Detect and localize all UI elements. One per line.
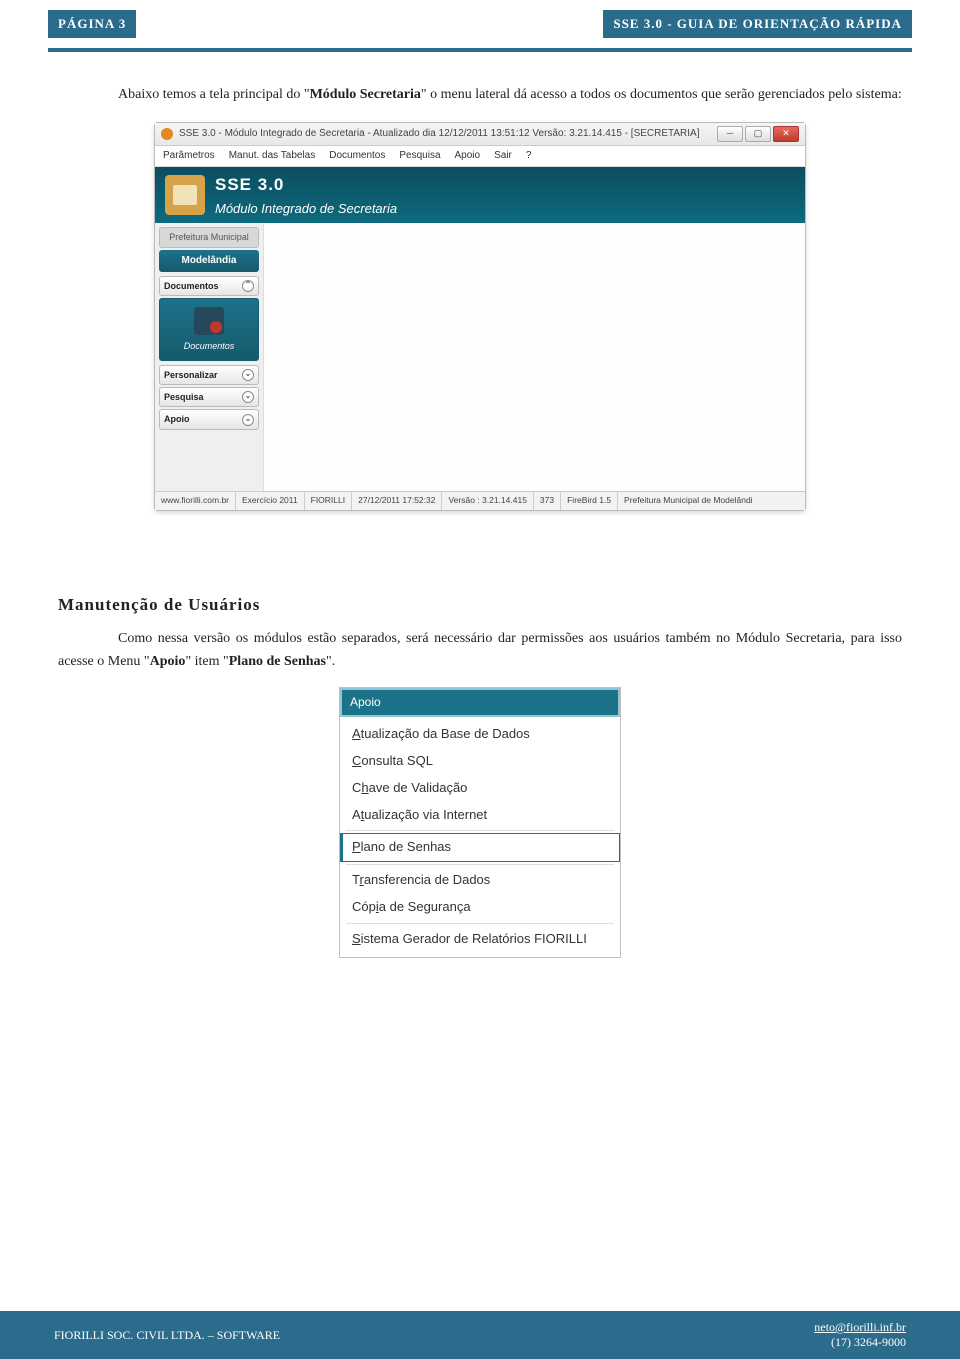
expand-icon[interactable]: ⌄	[242, 369, 254, 381]
window-titlebar: SSE 3.0 - Módulo Integrado de Secretaria…	[155, 123, 805, 146]
close-button[interactable]: ✕	[773, 126, 799, 142]
sidebar-section-personalizar[interactable]: Personalizar ⌄	[159, 365, 259, 385]
sidebar-section-documentos[interactable]: Documentos ⌃	[159, 276, 259, 296]
app-banner: SSE 3.0 Módulo Integrado de Secretaria	[155, 167, 805, 223]
menu-documentos[interactable]: Documentos	[329, 148, 385, 164]
menu-manut-tabelas[interactable]: Manut. das Tabelas	[229, 148, 316, 164]
status-code: 373	[534, 492, 561, 510]
sidebar-section-apoio[interactable]: Apoio ⌄	[159, 409, 259, 429]
status-exercicio: Exercício 2011	[236, 492, 305, 510]
doc-title-badge: SSE 3.0 - GUIA DE ORIENTAÇÃO RÁPIDA	[603, 10, 912, 38]
sidebar-municipality[interactable]: Modelândia	[159, 250, 259, 272]
status-entity: Prefeitura Municipal de Modelândi	[618, 492, 805, 510]
menu-parametros[interactable]: Parâmetros	[163, 148, 215, 164]
footer-phone: (17) 3264-9000	[814, 1335, 906, 1350]
main-content-area	[264, 223, 805, 491]
intro-paragraph: Abaixo temos a tela principal do "Módulo…	[58, 84, 902, 106]
expand-icon[interactable]: ⌄	[242, 414, 254, 426]
app-icon	[161, 128, 173, 140]
documents-icon[interactable]	[194, 307, 224, 335]
menu-separator	[346, 864, 614, 865]
page-number-badge: PÁGINA 3	[48, 10, 136, 38]
maximize-button[interactable]: ▢	[745, 126, 771, 142]
collapse-icon[interactable]: ⌃	[242, 280, 254, 292]
sidebar-docs-panel: Documentos	[159, 298, 259, 360]
menu-pesquisa[interactable]: Pesquisa	[399, 148, 440, 164]
section-paragraph: Como nessa versão os módulos estão separ…	[58, 628, 902, 673]
sidebar: Prefeitura Municipal Modelândia Document…	[155, 223, 264, 491]
dropdown-header[interactable]: Apoio	[340, 688, 620, 717]
menu-separator	[346, 923, 614, 924]
menu-item-plano-senhas[interactable]: Plano de Senhas	[340, 833, 620, 862]
menu-item-atualizacao-internet[interactable]: Atualização via Internet	[340, 802, 620, 829]
status-db: FireBird 1.5	[561, 492, 618, 510]
menu-item-transferencia-dados[interactable]: Transferencia de Dados	[340, 867, 620, 894]
menu-item-consulta-sql[interactable]: Consulta SQL	[340, 748, 620, 775]
page-footer: FIORILLI SOC. CIVIL LTDA. – SOFTWARE net…	[0, 1311, 960, 1359]
apoio-dropdown: Apoio Atualização da Base de Dados Consu…	[339, 687, 621, 958]
status-company: FIORILLI	[305, 492, 352, 510]
status-version: Versão : 3.21.14.415	[442, 492, 533, 510]
footer-email[interactable]: neto@fiorilli.inf.br	[814, 1320, 906, 1335]
banner-icon	[165, 175, 205, 215]
sidebar-docs-label[interactable]: Documentos	[160, 339, 258, 353]
menu-sair[interactable]: Sair	[494, 148, 512, 164]
status-bar: www.fiorilli.com.br Exercício 2011 FIORI…	[155, 491, 805, 510]
expand-icon[interactable]: ⌄	[242, 391, 254, 403]
minimize-button[interactable]: ─	[717, 126, 743, 142]
sidebar-header: Prefeitura Municipal	[159, 227, 259, 247]
menu-separator	[346, 830, 614, 831]
sidebar-section-pesquisa[interactable]: Pesquisa ⌄	[159, 387, 259, 407]
menu-item-gerador-relatorios[interactable]: Sistema Gerador de Relatórios FIORILLI	[340, 926, 620, 953]
menubar: Parâmetros Manut. das Tabelas Documentos…	[155, 146, 805, 167]
banner-subtitle: Módulo Integrado de Secretaria	[215, 199, 397, 220]
status-datetime: 27/12/2011 17:52:32	[352, 492, 442, 510]
footer-company: FIORILLI SOC. CIVIL LTDA. – SOFTWARE	[54, 1328, 280, 1343]
section-title: Manutenção de Usuários	[58, 591, 902, 618]
menu-item-copia-seguranca[interactable]: Cópia de Segurança	[340, 894, 620, 921]
menu-apoio[interactable]: Apoio	[455, 148, 481, 164]
status-url: www.fiorilli.com.br	[155, 492, 236, 510]
menu-help[interactable]: ?	[526, 148, 532, 164]
menu-item-atualizacao-base[interactable]: Atualização da Base de Dados	[340, 721, 620, 748]
banner-title: SSE 3.0	[215, 171, 397, 198]
menu-item-chave-validacao[interactable]: Chave de Validação	[340, 775, 620, 802]
window-title: SSE 3.0 - Módulo Integrado de Secretaria…	[179, 126, 717, 142]
app-window: SSE 3.0 - Módulo Integrado de Secretaria…	[154, 122, 806, 511]
